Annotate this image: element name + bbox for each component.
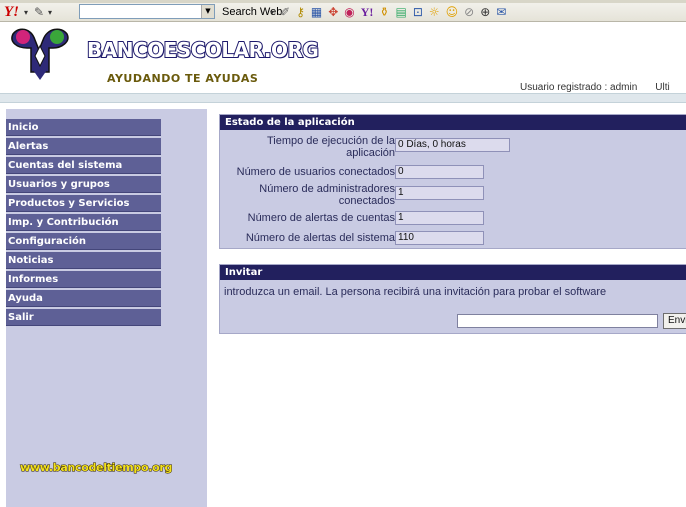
menu-item-informes[interactable]: Informes [6,271,161,288]
menu-item-salir[interactable]: Salir [6,309,161,326]
menu-item-cuentas-del-sistema[interactable]: Cuentas del sistema [6,157,161,174]
pencil-icon[interactable]: ✐ [280,4,290,20]
bancoescolar-logo-icon[interactable] [9,24,71,82]
yahoo-icon[interactable]: Y! [361,4,374,20]
status-label-line: Número de alertas de cuentas [247,212,395,224]
smiley-icon[interactable]: ☺ [446,4,459,20]
status-label: Número de usuarios conectados [237,166,395,178]
calendar-icon[interactable]: ▤ [395,4,406,20]
toolbar-icon-row: ✐ ⚷ ▦ ✥ ◉ Y! ⚱ ▤ ⊡ ☼ ☺ ⊘ ⊕ ✉ [280,3,506,20]
search-web-button[interactable]: Search Web [218,4,286,19]
main-menu: Inicio Alertas Cuentas del sistema Usuar… [6,119,161,328]
send-invite-button[interactable]: Enviar [663,313,686,329]
site-title: BANCOESCOLAR.ORG [86,37,320,63]
status-label-line: conectados [338,195,395,207]
status-label-line: Tiempo de ejecución de la [266,135,395,147]
status-label-line: Número de alertas del sistema [245,232,395,244]
status-label-line: Número de usuarios conectados [236,166,395,178]
menu-item-inicio[interactable]: Inicio [6,119,161,136]
status-value-account-alerts: 1 [395,211,484,225]
chevron-down-icon[interactable]: ▼ [201,5,214,18]
key-icon[interactable]: ⚷ [296,4,305,20]
bookmark-icon[interactable]: ⚱ [379,4,389,20]
menu-item-ayuda[interactable]: Ayuda [6,290,161,307]
yahoo-toolbar: Y! ▾ ✎ ▾ ▼ Search Web ▾ ✐ ⚷ ▦ ✥ ◉ Y! ⚱ ▤… [0,0,686,22]
crosshair-icon[interactable]: ✥ [328,4,338,20]
site-tagline: AYUDANDO TE AYUDAS [107,72,259,85]
status-panel-title: Estado de la aplicación [220,115,686,130]
menu-item-configuracion[interactable]: Configuración [6,233,161,250]
globe-icon[interactable]: ⊕ [480,4,490,20]
chevron-down-icon[interactable]: ▾ [270,8,274,17]
status-label: Número de administradores conectados [259,183,395,207]
menu-item-imp-y-contribucion[interactable]: Imp. y Contribución [6,214,161,231]
menu-item-usuarios-y-grupos[interactable]: Usuarios y grupos [6,176,161,193]
invite-email-input[interactable] [457,314,658,328]
sidebar: Inicio Alertas Cuentas del sistema Usuar… [6,109,207,507]
status-label-line: aplicación [346,147,395,159]
invite-instructions: introduzca un email. La persona recibirá… [224,286,607,298]
status-label: Número de alertas de cuentas [248,212,395,224]
status-label: Tiempo de ejecución de la aplicación [267,135,395,159]
registered-user-label: Usuario registrado : admin [520,82,638,93]
header-divider [0,93,686,103]
user-info: Usuario registrado : admin Ulti [520,82,670,93]
status-value-uptime: 0 Días, 0 horas [395,138,510,152]
yahoo-logo[interactable]: Y! [4,5,19,20]
application-status-panel: Estado de la aplicación Tiempo de ejecuc… [219,114,686,249]
invite-panel: Invitar introduzca un email. La persona … [219,264,686,334]
pencil-icon[interactable]: ✎ [34,5,44,19]
mail-icon[interactable]: ✉ [496,4,506,20]
chevron-down-icon[interactable]: ▾ [48,8,52,17]
status-value-connected-users: 0 [395,165,484,179]
toolbar-search-input[interactable]: ▼ [79,4,215,19]
grid-icon[interactable]: ▦ [311,4,322,20]
menu-item-alertas[interactable]: Alertas [6,138,161,155]
radio-icon[interactable]: ◉ [344,4,354,20]
invite-panel-title: Invitar [220,265,686,280]
bancodeltiempo-link[interactable]: www.bancodeltiempo.org [19,461,172,475]
status-label-line: Número de administradores [259,183,395,195]
chevron-down-icon[interactable]: ▾ [24,8,28,17]
status-value-system-alerts: 110 [395,231,484,245]
site-header: BANCOESCOLAR.ORG AYUDANDO TE AYUDAS Usua… [0,22,686,93]
status-value-connected-admins: 1 [395,186,484,200]
menu-item-noticias[interactable]: Noticias [6,252,161,269]
sun-icon[interactable]: ☼ [429,4,440,20]
link-icon[interactable]: ⊘ [464,4,474,20]
menu-item-productos-y-servicios[interactable]: Productos y Servicios [6,195,161,212]
shopping-icon[interactable]: ⊡ [413,4,423,20]
status-label: Número de alertas del sistema [246,232,395,244]
last-access-label: Ulti [655,82,670,93]
